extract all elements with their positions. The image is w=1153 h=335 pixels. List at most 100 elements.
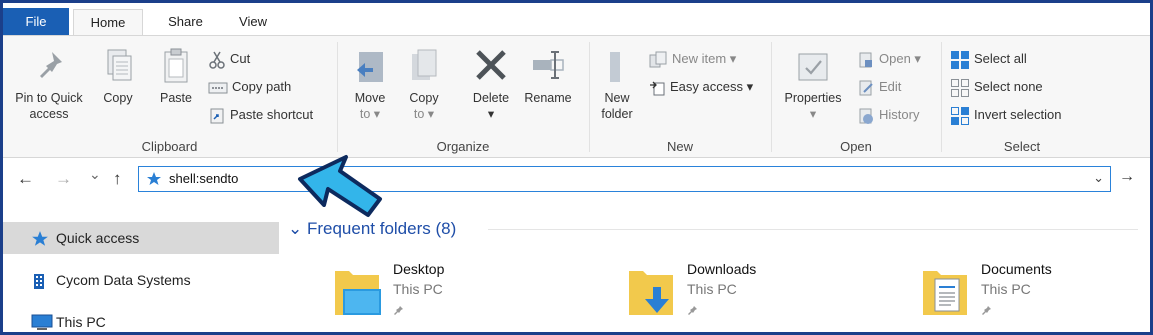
group-label-new: New — [666, 139, 693, 154]
tab-view[interactable]: View — [223, 9, 283, 36]
properties-button[interactable]: Properties ▾ — [778, 46, 848, 122]
edit-icon — [859, 80, 873, 96]
move-label-2: to ▾ — [359, 107, 381, 121]
delete-dropdown-arrow[interactable]: ▾ — [488, 107, 494, 121]
go-button[interactable]: → — [1115, 168, 1139, 192]
pin-icon — [982, 306, 991, 315]
paste-shortcut-button[interactable]: Paste shortcut — [208, 104, 313, 126]
paste-shortcut-icon — [210, 108, 224, 124]
nav-item-this-pc[interactable]: This PC — [3, 306, 279, 332]
select-none-label: Select none — [974, 79, 1043, 94]
move-to-icon — [357, 52, 383, 82]
pin-label-1: Pin to Quick — [15, 91, 83, 105]
select-all-button[interactable]: Select all — [950, 48, 1027, 70]
scissors-icon — [209, 51, 225, 69]
copy-button[interactable]: Copy — [98, 46, 138, 106]
desktop-folder-icon — [335, 271, 381, 315]
properties-dropdown-arrow[interactable]: ▾ — [810, 107, 816, 121]
move-to-button[interactable]: Move to ▾ — [348, 46, 392, 122]
folder-location: This PC — [393, 281, 443, 297]
group-organize: Move to ▾ Copy to ▾ Delete ▾ Rename Orga… — [338, 36, 588, 158]
address-bar[interactable]: shell:sendto ⌄ — [138, 166, 1111, 192]
file-explorer-window: File Home Share View Pin to Quick access — [3, 3, 1150, 332]
star-icon — [32, 231, 48, 246]
tab-file[interactable]: File — [3, 8, 69, 37]
nav-item-quick-access[interactable]: Quick access — [3, 222, 279, 254]
paste-label: Paste — [160, 91, 192, 105]
building-icon — [34, 274, 44, 289]
group-clipboard: Pin to Quick access Copy Paste Cut Copy … — [3, 36, 336, 158]
history-button[interactable]: History — [857, 104, 919, 126]
folder-name: Desktop — [393, 261, 445, 277]
cut-button[interactable]: Cut — [208, 48, 250, 70]
group-open: Properties ▾ Open ▾ Edit History Open — [772, 36, 940, 158]
folder-name: Downloads — [687, 261, 757, 277]
nav-item-label: Cycom Data Systems — [56, 272, 191, 288]
address-row: ← → ⌄ ↑ shell:sendto ⌄ → — [3, 161, 1150, 197]
pin-icon — [394, 306, 403, 315]
cut-label: Cut — [230, 51, 251, 66]
ribbon-tab-bar: File Home Share View — [3, 3, 1150, 37]
tab-home[interactable]: Home — [73, 9, 143, 36]
invert-selection-button[interactable]: Invert selection — [950, 104, 1061, 126]
new-item-icon — [649, 51, 667, 68]
new-item-button[interactable]: New item ▾ — [648, 48, 736, 70]
history-label: History — [879, 107, 920, 122]
navigation-pane: Quick access Cycom Data Systems This PC — [3, 209, 283, 332]
section-divider — [488, 229, 1138, 230]
open-button[interactable]: Open ▾ — [857, 48, 921, 70]
copy-to-label-2: to ▾ — [413, 107, 435, 121]
select-all-label: Select all — [974, 51, 1027, 66]
recent-locations-button[interactable]: ⌄ — [89, 166, 101, 183]
documents-folder-icon — [923, 271, 967, 315]
new-folder-button[interactable]: New folder — [595, 46, 639, 122]
nav-item-cycom-data-systems[interactable]: Cycom Data Systems — [3, 264, 279, 296]
rename-button[interactable]: Rename — [518, 46, 578, 106]
callout-arrow-icon — [298, 155, 382, 217]
address-input[interactable]: shell:sendto — [169, 171, 238, 186]
forward-button[interactable]: → — [55, 169, 72, 189]
paste-shortcut-label: Paste shortcut — [230, 107, 314, 122]
folder-downloads[interactable]: Downloads This PC — [582, 261, 842, 331]
select-all-icon — [951, 50, 969, 69]
copy-path-label: Copy path — [232, 79, 292, 94]
copy-path-button[interactable]: Copy path — [208, 76, 291, 98]
nav-item-label: This PC — [56, 314, 106, 330]
address-history-dropdown[interactable]: ⌄ — [1093, 170, 1104, 186]
tab-share[interactable]: Share — [153, 9, 218, 36]
edit-button[interactable]: Edit — [857, 76, 901, 98]
move-label-1: Move — [354, 91, 386, 105]
paste-icon — [164, 48, 188, 83]
invert-selection-icon — [951, 106, 969, 125]
up-button[interactable]: ↑ — [113, 169, 122, 189]
group-select: Select all Select none Invert selection … — [942, 36, 1102, 158]
paste-button[interactable]: Paste — [153, 46, 199, 106]
folder-location: This PC — [981, 281, 1031, 297]
group-label-open: Open — [840, 139, 872, 154]
delete-button[interactable]: Delete ▾ — [466, 46, 516, 122]
pin-label-2: access — [29, 107, 69, 121]
delete-x-icon — [476, 50, 506, 80]
nav-item-label: Quick access — [56, 230, 140, 246]
back-button[interactable]: ← — [17, 169, 34, 189]
copy-label: Copy — [103, 91, 133, 105]
quick-access-star-icon — [147, 172, 161, 185]
folder-documents[interactable]: Documents This PC — [876, 261, 1136, 331]
ribbon: Pin to Quick access Copy Paste Cut Copy … — [3, 35, 1150, 158]
copy-to-button[interactable]: Copy to ▾ — [403, 46, 445, 122]
new-folder-label-1: New — [604, 91, 630, 105]
folder-desktop[interactable]: Desktop This PC — [288, 261, 548, 331]
rename-icon — [533, 51, 564, 79]
select-none-button[interactable]: Select none — [950, 76, 1043, 98]
easy-access-button[interactable]: Easy access ▾ — [648, 76, 753, 98]
pin-to-quick-access-button[interactable]: Pin to Quick access — [5, 46, 93, 122]
group-label-select: Select — [1003, 139, 1041, 154]
new-folder-icon — [610, 52, 620, 82]
copy-path-icon — [208, 82, 228, 94]
history-icon — [859, 108, 873, 124]
folder-location: This PC — [687, 281, 737, 297]
open-icon — [859, 52, 872, 68]
pin-icon — [40, 52, 62, 78]
edit-label: Edit — [879, 79, 902, 94]
copy-to-label-1: Copy — [409, 91, 439, 105]
